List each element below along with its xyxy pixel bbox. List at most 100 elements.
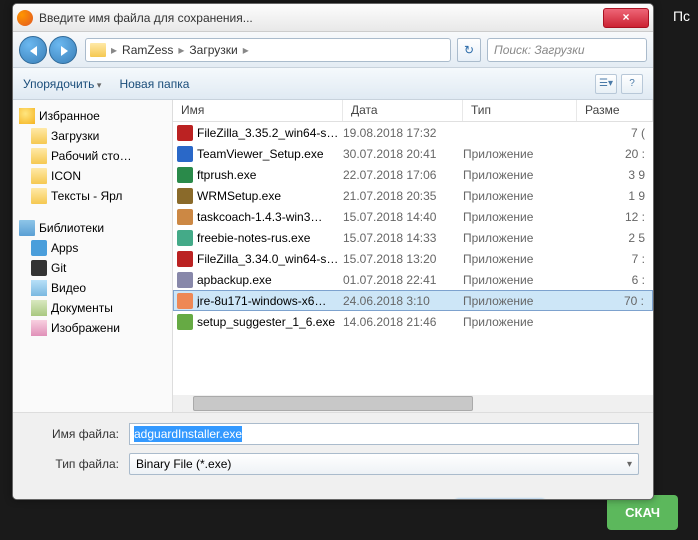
file-name: TeamViewer_Setup.exe xyxy=(197,147,343,161)
help-button[interactable]: ? xyxy=(621,74,643,94)
column-headers: Имя Дата Тип Разме xyxy=(173,100,653,122)
col-size[interactable]: Разме xyxy=(577,100,653,121)
sidebar-item-video[interactable]: Видео xyxy=(13,278,172,298)
file-icon xyxy=(177,293,193,309)
file-row[interactable]: FileZilla_3.34.0_win64-s…15.07.2018 13:2… xyxy=(173,248,653,269)
file-name: FileZilla_3.35.2_win64-s… xyxy=(197,126,343,140)
file-row[interactable]: jre-8u171-windows-x6…24.06.2018 3:10Прил… xyxy=(173,290,653,311)
file-type: Приложение xyxy=(463,168,577,182)
file-date: 19.08.2018 17:32 xyxy=(343,126,463,140)
file-type: Приложение xyxy=(463,231,577,245)
toolbar: Упорядочить Новая папка ☰▾ ? xyxy=(13,68,653,100)
file-name: FileZilla_3.34.0_win64-s… xyxy=(197,252,343,266)
video-icon xyxy=(31,280,47,296)
organize-button[interactable]: Упорядочить xyxy=(23,77,101,91)
new-folder-button[interactable]: Новая папка xyxy=(119,77,189,91)
file-list[interactable]: FileZilla_3.35.2_win64-s…19.08.2018 17:3… xyxy=(173,122,653,395)
file-name: apbackup.exe xyxy=(197,273,343,287)
sidebar-item-desktop[interactable]: Рабочий сто… xyxy=(13,146,172,166)
file-icon xyxy=(177,125,193,141)
file-icon xyxy=(177,230,193,246)
git-icon xyxy=(31,260,47,276)
apps-icon xyxy=(31,240,47,256)
close-button[interactable]: × xyxy=(603,8,649,28)
save-dialog: Введите имя файла для сохранения... × ▸ … xyxy=(12,3,654,500)
file-size: 70 : xyxy=(577,294,652,308)
file-row[interactable]: taskcoach-1.4.3-win3…15.07.2018 14:40При… xyxy=(173,206,653,227)
sidebar-item-documents[interactable]: Документы xyxy=(13,298,172,318)
filetype-combo[interactable]: Binary File (*.exe) xyxy=(129,453,639,475)
filename-label: Имя файла: xyxy=(27,427,119,441)
file-icon xyxy=(177,209,193,225)
back-button[interactable] xyxy=(19,36,47,64)
file-name: freebie-notes-rus.exe xyxy=(197,231,343,245)
col-name[interactable]: Имя xyxy=(173,100,343,121)
file-row[interactable]: freebie-notes-rus.exe15.07.2018 14:33При… xyxy=(173,227,653,248)
file-icon xyxy=(177,167,193,183)
file-name: taskcoach-1.4.3-win3… xyxy=(197,210,343,224)
file-icon xyxy=(177,314,193,330)
file-row[interactable]: WRMSetup.exe21.07.2018 20:35Приложение1 … xyxy=(173,185,653,206)
horizontal-scrollbar[interactable] xyxy=(173,395,653,412)
chevron-right-icon: ▸ xyxy=(243,43,249,57)
sidebar-item-apps[interactable]: Apps xyxy=(13,238,172,258)
view-button[interactable]: ☰▾ xyxy=(595,74,617,94)
sidebar-item-images[interactable]: Изображени xyxy=(13,318,172,338)
filetype-label: Тип файла: xyxy=(27,457,119,471)
file-date: 15.07.2018 14:33 xyxy=(343,231,463,245)
file-date: 24.06.2018 3:10 xyxy=(343,294,463,308)
breadcrumb-1[interactable]: RamZess xyxy=(118,43,177,57)
folder-icon xyxy=(90,43,106,57)
file-name: WRMSetup.exe xyxy=(197,189,343,203)
chevron-right-icon: ▸ xyxy=(111,43,117,57)
file-type: Приложение xyxy=(463,189,577,203)
col-date[interactable]: Дата xyxy=(343,100,463,121)
file-row[interactable]: setup_suggester_1_6.exe14.06.2018 21:46П… xyxy=(173,311,653,332)
bg-download-button[interactable]: СКАЧ xyxy=(607,495,678,530)
dialog-body: Избранное Загрузки Рабочий сто… ICON Тек… xyxy=(13,100,653,412)
file-icon xyxy=(177,146,193,162)
folder-icon xyxy=(31,148,47,164)
file-date: 14.06.2018 21:46 xyxy=(343,315,463,329)
file-name: jre-8u171-windows-x6… xyxy=(197,294,343,308)
file-size: 12 : xyxy=(577,210,653,224)
file-type: Приложение xyxy=(463,315,577,329)
file-icon xyxy=(177,188,193,204)
folder-icon xyxy=(31,128,47,144)
col-type[interactable]: Тип xyxy=(463,100,577,121)
cancel-button[interactable]: Отмена xyxy=(553,499,639,500)
file-date: 15.07.2018 13:20 xyxy=(343,252,463,266)
search-input[interactable]: Поиск: Загрузки xyxy=(487,38,647,62)
filename-input[interactable]: adguardInstaller.exe xyxy=(129,423,639,445)
folder-icon xyxy=(31,168,47,184)
forward-button[interactable] xyxy=(49,36,77,64)
scrollbar-thumb[interactable] xyxy=(193,396,473,411)
file-row[interactable]: apbackup.exe01.07.2018 22:41Приложение6 … xyxy=(173,269,653,290)
folder-icon xyxy=(31,188,47,204)
file-date: 15.07.2018 14:40 xyxy=(343,210,463,224)
file-type: Приложение xyxy=(463,273,577,287)
breadcrumb-2[interactable]: Загрузки xyxy=(185,43,241,57)
window-title: Введите имя файла для сохранения... xyxy=(39,11,603,25)
sidebar-item-downloads[interactable]: Загрузки xyxy=(13,126,172,146)
file-pane: Имя Дата Тип Разме FileZilla_3.35.2_win6… xyxy=(173,100,653,412)
file-size: 3 9 xyxy=(577,168,653,182)
file-row[interactable]: TeamViewer_Setup.exe30.07.2018 20:41Прил… xyxy=(173,143,653,164)
file-size: 6 : xyxy=(577,273,653,287)
sidebar-item-texts[interactable]: Тексты - Ярл xyxy=(13,186,172,206)
file-row[interactable]: FileZilla_3.35.2_win64-s…19.08.2018 17:3… xyxy=(173,122,653,143)
refresh-button[interactable]: ↻ xyxy=(457,38,481,62)
file-type: Приложение xyxy=(463,147,577,161)
titlebar: Введите имя файла для сохранения... × xyxy=(13,4,653,32)
file-type: Приложение xyxy=(463,252,577,266)
sidebar-item-icon[interactable]: ICON xyxy=(13,166,172,186)
sidebar-libraries[interactable]: Библиотеки xyxy=(13,218,172,238)
sidebar-favorites[interactable]: Избранное xyxy=(13,106,172,126)
star-icon xyxy=(19,108,35,124)
address-bar[interactable]: ▸ RamZess ▸ Загрузки ▸ xyxy=(85,38,451,62)
footer: Скрыть папки Сохранить Отмена xyxy=(13,491,653,500)
sidebar-item-git[interactable]: Git xyxy=(13,258,172,278)
file-row[interactable]: ftprush.exe22.07.2018 17:06Приложение3 9 xyxy=(173,164,653,185)
save-button[interactable]: Сохранить xyxy=(455,499,545,500)
save-fields: Имя файла: adguardInstaller.exe Тип файл… xyxy=(13,412,653,491)
